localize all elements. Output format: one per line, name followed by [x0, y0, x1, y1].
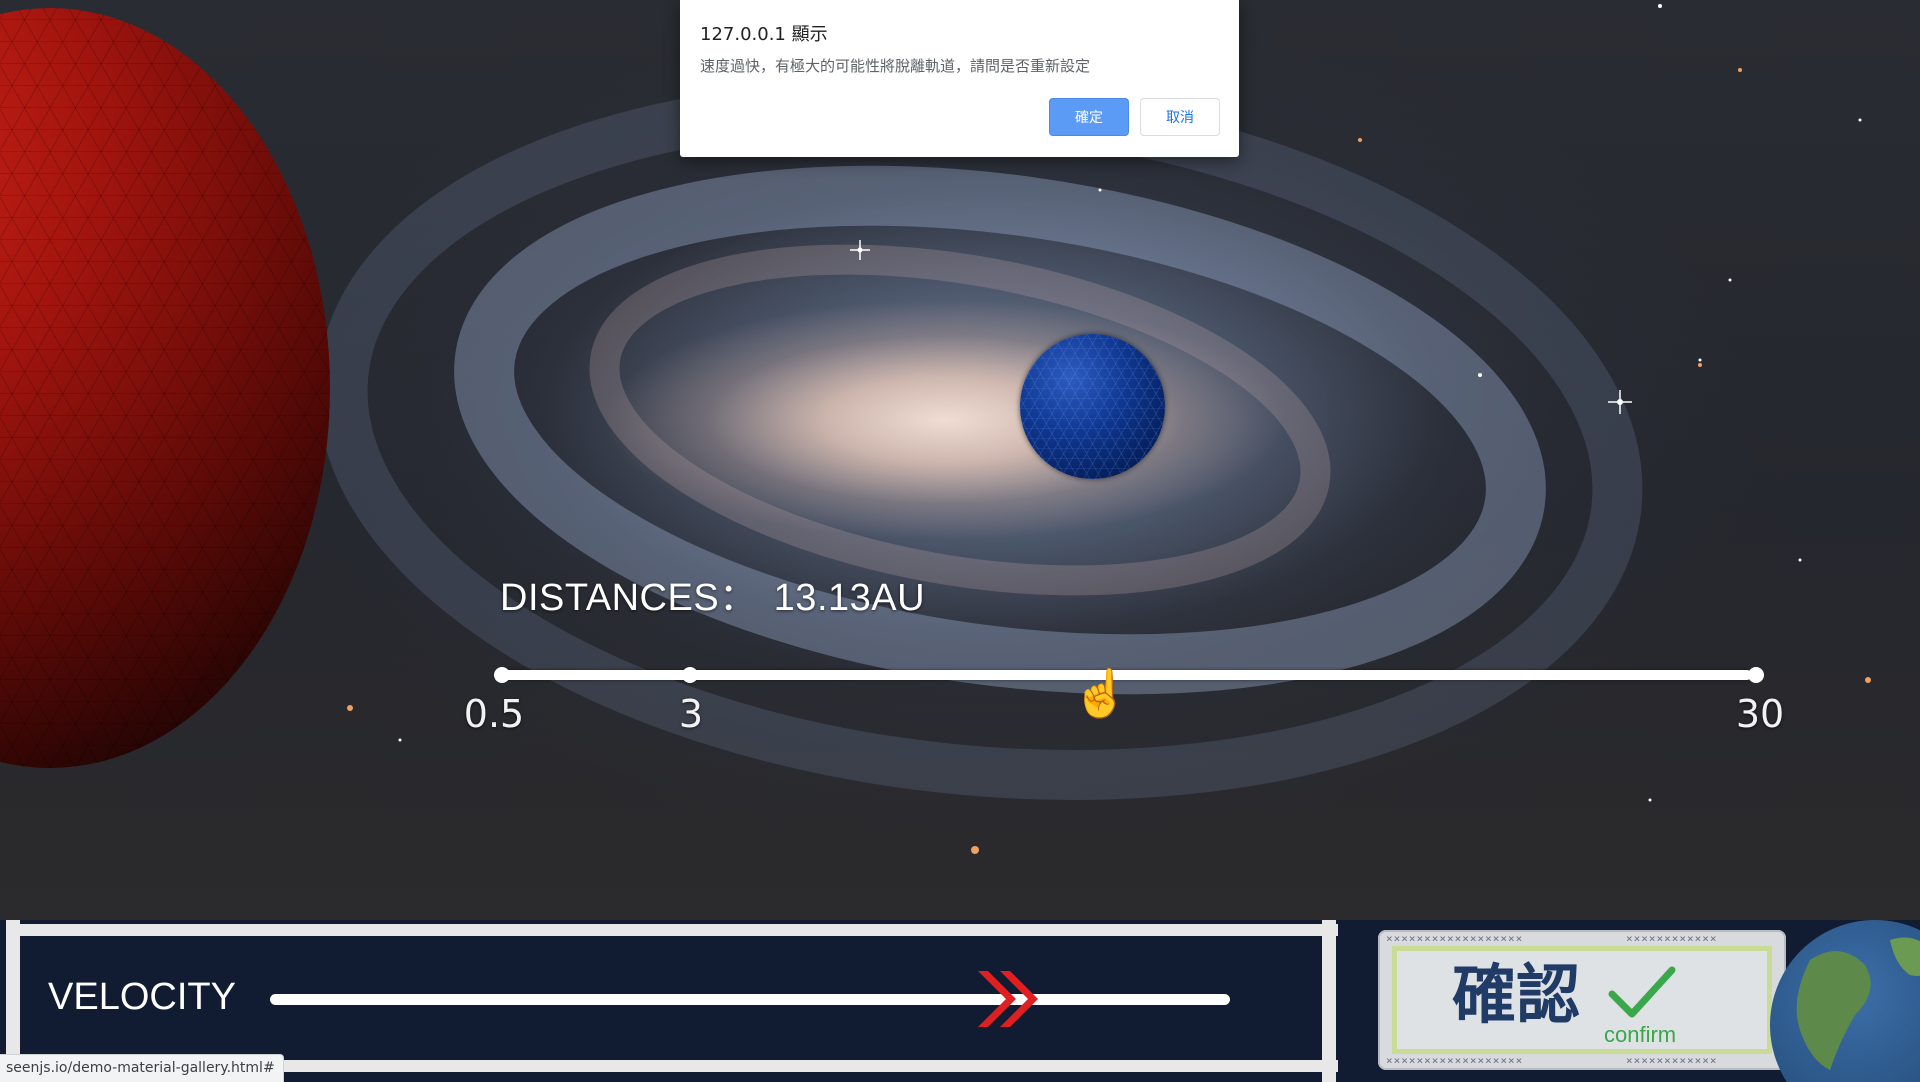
alert-message: 速度過快，有極大的可能性將脫離軌道，請問是否重新設定: [700, 57, 1091, 75]
distance-mid-label: 3: [678, 692, 704, 736]
distance-min-label: 0.5: [463, 692, 525, 736]
x-border-bottom: ××××××××××××××××××: [1386, 1054, 1524, 1067]
pointing-hand-icon[interactable]: ☝: [1072, 670, 1129, 716]
distance-label: DISTANCES：: [500, 577, 758, 619]
confirm-label-en: confirm: [1604, 1022, 1677, 1047]
distance-max-label: 30: [1735, 692, 1785, 736]
blue-planet: [1020, 334, 1165, 479]
check-icon: [1608, 966, 1676, 1018]
confirm-label-zh: 確認: [1452, 959, 1580, 1033]
earth-globe: [1770, 920, 1920, 1082]
double-chevron-right-icon[interactable]: [974, 967, 1046, 1031]
x-border-top-right: ××××××××××××: [1626, 932, 1718, 945]
confirm-button[interactable]: ×××××××××××××××××× ×××××××××××× ××××××××…: [1378, 930, 1786, 1070]
alert-dialog: 127.0.0.1 顯示 速度過快，有極大的可能性將脫離軌道，請問是否重新設定 …: [680, 0, 1239, 157]
velocity-label: VELOCITY: [48, 976, 236, 1018]
distance-readout: DISTANCES： 13.13AU: [500, 566, 925, 621]
status-bar-url: seenjs.io/demo-material-gallery.html#: [0, 1054, 284, 1082]
control-panel: VELOCITY ×××××××××××××××××× ××××××××××××…: [0, 920, 1920, 1082]
frame-right: [1322, 920, 1336, 1082]
alert-title: 127.0.0.1 顯示: [700, 24, 828, 45]
earth-continents: [1796, 937, 1920, 1070]
distance-slider[interactable]: 0.5 3 30 ☝: [464, 662, 1784, 742]
alert-cancel-button[interactable]: 取消: [1140, 98, 1220, 136]
distance-tick-min: [494, 667, 510, 683]
x-border-top: ××××××××××××××××××: [1386, 932, 1524, 945]
confirm-inner-frame: [1392, 946, 1772, 1054]
velocity-slider-track[interactable]: [270, 994, 1230, 1005]
x-border-bottom-right: ××××××××××××: [1626, 1054, 1718, 1067]
distance-tick-mid: [682, 667, 698, 683]
alert-ok-button[interactable]: 確定: [1049, 98, 1129, 136]
distance-value: 13.13AU: [773, 577, 926, 619]
distance-tick-max: [1748, 667, 1764, 683]
frame-top: [6, 924, 1338, 936]
